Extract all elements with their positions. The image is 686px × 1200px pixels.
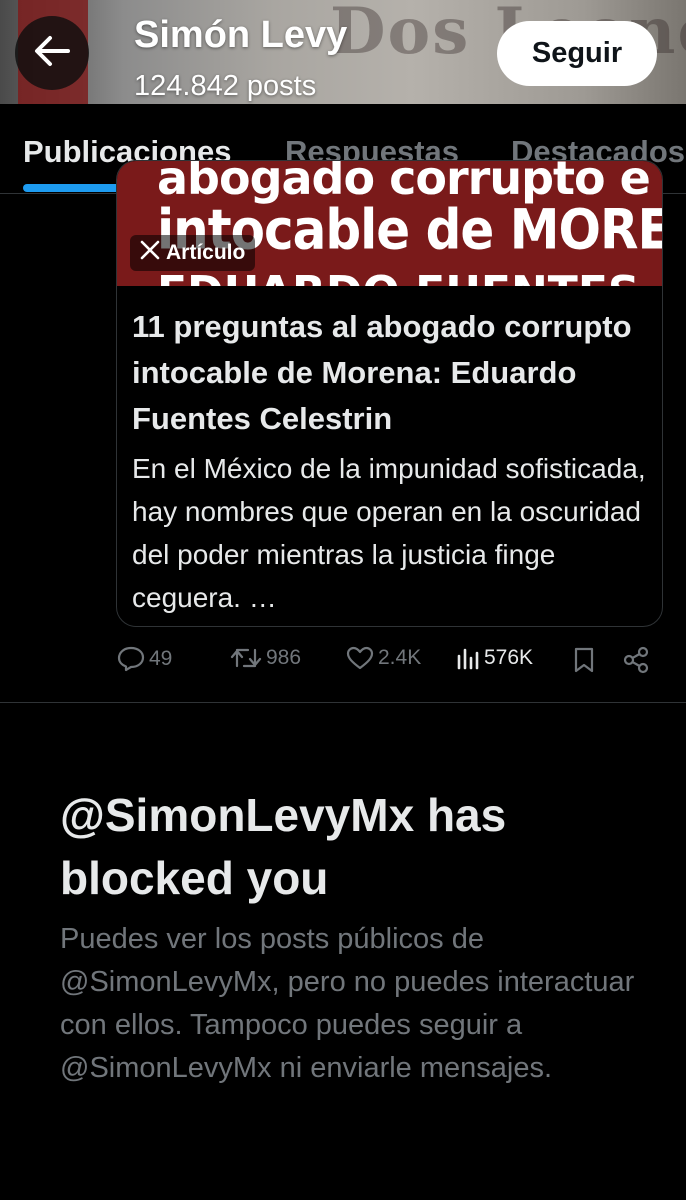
follow-button[interactable]: Seguir [497,21,657,86]
bookmark-icon [573,646,595,674]
repost-icon [230,646,262,670]
article-badge-label: Artículo [166,241,246,264]
profile-header: Dos Leones Simón Levy 124.842 posts Segu… [0,0,686,104]
article-card[interactable]: abogado corrupto e intocable de MORENA: … [116,160,663,627]
arrow-left-icon [34,35,70,72]
article-description: En el México de la impunidad sofisticada… [132,453,646,613]
like-count: 2.4K [378,646,422,669]
reply-count: 49 [149,647,173,670]
article-title: 11 preguntas al abogado corrupto intocab… [132,309,632,436]
section-divider [0,702,686,703]
back-button[interactable] [15,16,89,90]
heart-icon [346,646,374,670]
reply-icon [117,646,145,672]
views-button[interactable]: 576K [456,646,533,670]
article-image: abogado corrupto e intocable de MORENA: … [117,161,662,286]
post-actions: 49 986 2.4K 576K [0,640,686,684]
views-count: 576K [484,646,534,669]
repost-count: 986 [266,646,302,669]
blocked-message: Puedes ver los posts públicos de @SimonL… [60,923,635,1084]
bookmark-button[interactable] [573,646,595,674]
x-logo-icon [140,240,160,266]
share-icon [622,646,650,674]
profile-name: Simón Levy [134,14,348,56]
posts-count: 124.842 posts [134,70,317,102]
like-button[interactable]: 2.4K [346,646,421,670]
views-chart-icon [456,646,480,670]
article-badge: Artículo [130,235,256,271]
share-button[interactable] [622,646,650,674]
repost-button[interactable]: 986 [230,646,301,670]
reply-button[interactable]: 49 [117,646,172,672]
blocked-title: @SimonLevyMx has blocked you [60,789,507,904]
